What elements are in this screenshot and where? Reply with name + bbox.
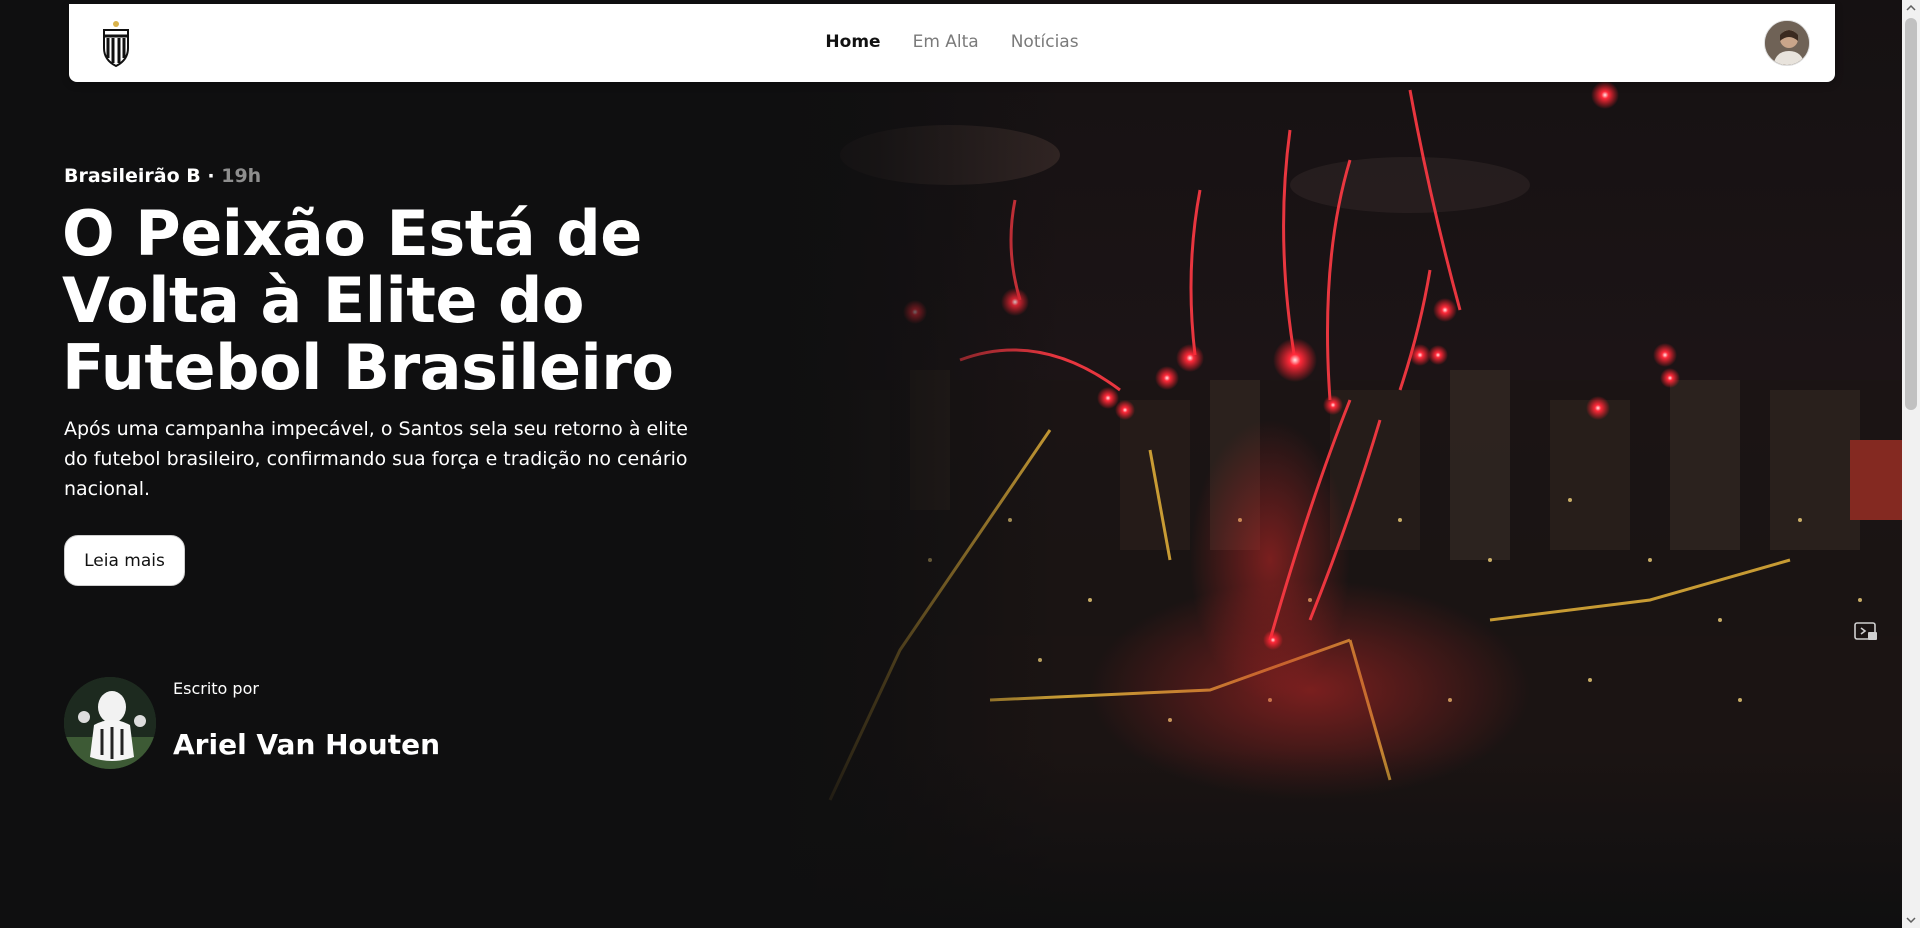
article-summary: Após uma campanha impecável, o Santos se… (64, 418, 688, 500)
user-avatar[interactable] (1764, 20, 1810, 66)
mascot-photo (64, 677, 156, 769)
article-category[interactable]: Brasileirão B (64, 165, 201, 187)
scroll-up-arrow-icon[interactable] (1902, 0, 1920, 16)
nav-noticias[interactable]: Notícias (1011, 32, 1079, 52)
page-viewport: Home Em Alta Notícias Brasileirão B · 19… (0, 0, 1902, 928)
meta-separator: · (207, 165, 215, 187)
top-navbar: Home Em Alta Notícias (69, 4, 1835, 82)
nav-em-alta[interactable]: Em Alta (913, 32, 979, 52)
hero-image-fade-bottom (790, 748, 1902, 928)
article-title: O Peixão Está de Volta à Elite do Futebo… (62, 197, 674, 404)
scrollbar-thumb[interactable] (1905, 18, 1917, 410)
picture-in-picture-icon[interactable] (1852, 620, 1880, 644)
nav-home[interactable]: Home (825, 32, 880, 52)
author-name[interactable]: Ariel Van Houten (173, 728, 440, 761)
author-caption: Escrito por (173, 679, 259, 698)
nav-links: Home Em Alta Notícias (69, 32, 1835, 52)
page-scrollbar[interactable] (1902, 0, 1920, 928)
scroll-down-arrow-icon[interactable] (1902, 912, 1920, 928)
author-avatar[interactable] (64, 677, 156, 769)
article-time: 19h (221, 165, 262, 187)
article-meta: Brasileirão B · 19h (64, 165, 261, 187)
read-more-button[interactable]: Leia mais (64, 535, 185, 586)
